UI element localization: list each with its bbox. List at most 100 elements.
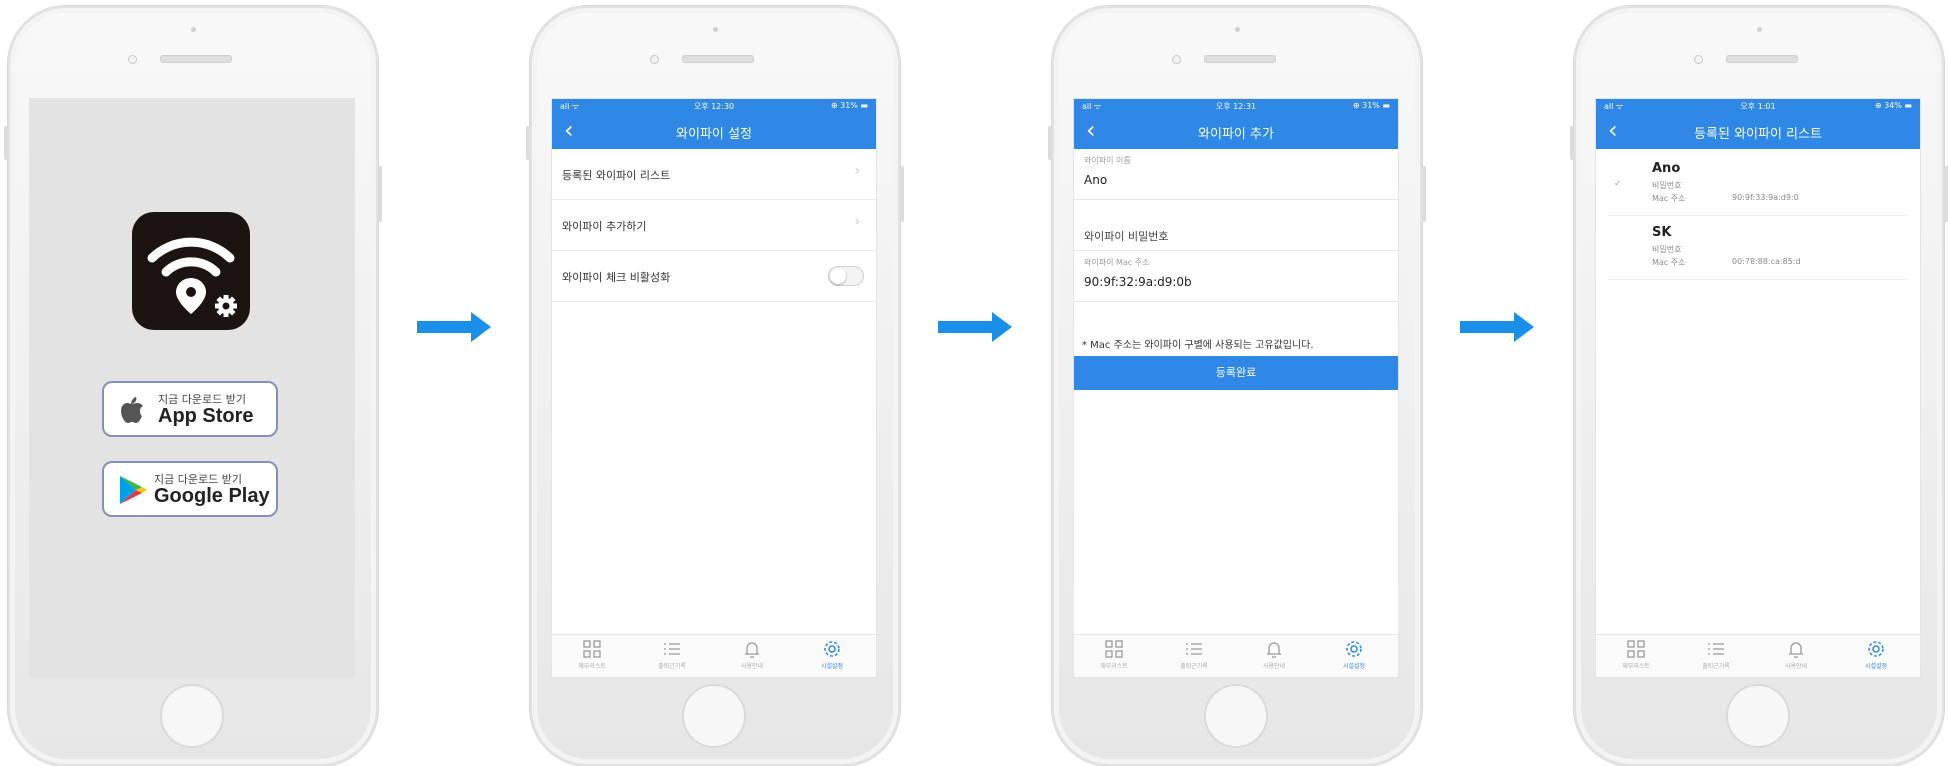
- list-icon: [632, 639, 712, 661]
- home-button: [160, 684, 224, 748]
- tab-dashboard[interactable]: 재부리스트: [1074, 639, 1154, 670]
- earpiece-speaker: [682, 55, 754, 63]
- password-placeholder: 와이파이 비밀번호: [1084, 230, 1169, 243]
- nav-bar: ‹ 와이파이 추가: [1074, 113, 1398, 149]
- tab-dashboard[interactable]: 재부리스트: [1596, 639, 1676, 670]
- earpiece-speaker: [160, 55, 232, 63]
- screen-wifi-settings: all ᯤ 오후 12:30 ⊕ 31% ▬ ‹ 와이파이 설정 등록된 와이파…: [551, 98, 877, 678]
- tab-label: 출퇴근기록: [1180, 663, 1208, 670]
- gear-icon: [1836, 639, 1916, 661]
- apple-icon: [116, 393, 150, 427]
- tab-records[interactable]: 출퇴근기록: [1676, 639, 1756, 670]
- earpiece-speaker: [1204, 55, 1276, 63]
- tab-guide[interactable]: 사용안내: [712, 639, 792, 670]
- tab-guide[interactable]: 사용안내: [1756, 639, 1836, 670]
- field-label: 와이파이 이름: [1084, 156, 1131, 165]
- page-title: 등록된 와이파이 리스트: [1694, 127, 1822, 142]
- status-bar: all ᯤ 오후 12:30 ⊕ 31% ▬: [552, 99, 876, 113]
- phone-frame-3: all ᯤ 오후 12:31 ⊕ 31% ▬ ‹ 와이파이 추가 와이파이 이름…: [1048, 6, 1426, 766]
- phone-frame-1: 지금 다운로드 받기 App Store 지금 다운로드 받기 Google P…: [4, 6, 382, 766]
- front-camera: [1757, 27, 1762, 32]
- tab-bar: 재부리스트 출퇴근기록 사용안내 시설설정: [1596, 634, 1920, 677]
- tab-label: 사용안내: [1784, 663, 1808, 670]
- grid-icon: [1074, 639, 1154, 661]
- tab-settings[interactable]: 시설설정: [1314, 639, 1394, 670]
- gear-icon: [1314, 639, 1394, 661]
- bell-icon: [712, 639, 792, 661]
- front-camera: [713, 27, 718, 32]
- mac-label: Mac 주소: [1652, 194, 1686, 203]
- google-play-label: Google Play: [154, 485, 270, 507]
- phone-frame-2: all ᯤ 오후 12:30 ⊕ 31% ▬ ‹ 와이파이 설정 등록된 와이파…: [526, 6, 904, 766]
- tab-label: 사용안내: [740, 663, 764, 670]
- tab-label: 시설설정: [1864, 663, 1888, 670]
- page-title: 와이파이 설정: [676, 127, 752, 142]
- arrow-right-icon: [938, 312, 1012, 342]
- home-button: [682, 684, 746, 748]
- menu-label: 와이파이 체크 비활성화: [562, 271, 671, 284]
- status-time: 오후 12:30: [693, 102, 735, 111]
- proximity-sensor: [1172, 55, 1181, 64]
- tab-settings[interactable]: 시설설정: [1836, 639, 1916, 670]
- wifi-name-value: Ano: [1084, 173, 1108, 187]
- tab-guide[interactable]: 사용안내: [1234, 639, 1314, 670]
- google-play-icon: [116, 473, 150, 507]
- wifi-mac-field[interactable]: 와이파이 Mac 주소 90:9f:32:9a:d9:0b: [1074, 251, 1398, 302]
- tab-label: 출퇴근기록: [658, 663, 686, 670]
- register-complete-button[interactable]: 등록완료: [1074, 356, 1398, 390]
- mac-value: 90:9f:33:9a:d9:0: [1732, 193, 1799, 202]
- proximity-sensor: [650, 55, 659, 64]
- status-bar: all ᯤ 오후 12:31 ⊕ 31% ▬: [1074, 99, 1398, 113]
- status-time: 오후 12:31: [1215, 102, 1257, 111]
- screen-wifi-list: all ᯤ 오후 1:01 ⊕ 34% ▬ ‹ 등록된 와이파이 리스트 ✓ A…: [1595, 98, 1921, 678]
- password-label: 비밀번호: [1652, 245, 1682, 254]
- chevron-right-icon: ›: [854, 163, 860, 179]
- tab-label: 사용안내: [1262, 663, 1286, 670]
- page-title: 와이파이 추가: [1198, 127, 1274, 142]
- nav-bar: ‹ 등록된 와이파이 리스트: [1596, 113, 1920, 149]
- menu-label: 등록된 와이파이 리스트: [562, 169, 671, 182]
- wifi-name-field[interactable]: 와이파이 이름 Ano: [1074, 149, 1398, 200]
- arrow-right-icon: [417, 312, 491, 342]
- app-store-button[interactable]: 지금 다운로드 받기 App Store: [102, 381, 278, 437]
- app-store-label: App Store: [158, 405, 254, 427]
- menu-registered-wifi-list[interactable]: 등록된 와이파이 리스트 ›: [552, 149, 876, 200]
- proximity-sensor: [128, 55, 137, 64]
- tab-label: 시설설정: [1342, 663, 1366, 670]
- tab-settings[interactable]: 시설설정: [792, 639, 872, 670]
- phone-frame-4: all ᯤ 오후 1:01 ⊕ 34% ▬ ‹ 등록된 와이파이 리스트 ✓ A…: [1570, 6, 1948, 766]
- wifi-password-field[interactable]: 와이파이 비밀번호: [1074, 200, 1398, 251]
- battery-indicator: ⊕ 31% ▬: [1352, 101, 1390, 110]
- google-play-button[interactable]: 지금 다운로드 받기 Google Play: [102, 461, 278, 517]
- menu-label: 와이파이 추가하기: [562, 220, 647, 233]
- password-label: 비밀번호: [1652, 181, 1682, 190]
- tab-records[interactable]: 출퇴근기록: [632, 639, 712, 670]
- tab-label: 시설설정: [820, 663, 844, 670]
- tab-records[interactable]: 출퇴근기록: [1154, 639, 1234, 670]
- status-time: 오후 1:01: [1740, 102, 1776, 111]
- wifi-list-item[interactable]: SK 비밀번호 Mac 주소 00:78:88:ca:85:d: [1608, 221, 1908, 280]
- mac-value: 00:78:88:ca:85:d: [1732, 257, 1801, 266]
- tab-label: 재부리스트: [578, 663, 606, 670]
- earpiece-speaker: [1726, 55, 1798, 63]
- grid-icon: [1596, 639, 1676, 661]
- home-button: [1726, 684, 1790, 748]
- nav-bar: ‹ 와이파이 설정: [552, 113, 876, 149]
- battery-indicator: ⊕ 31% ▬: [830, 101, 868, 110]
- list-icon: [1154, 639, 1234, 661]
- gear-icon: [792, 639, 872, 661]
- proximity-sensor: [1694, 55, 1703, 64]
- wifi-check-toggle[interactable]: [828, 266, 864, 286]
- field-label: 와이파이 Mac 주소: [1084, 258, 1150, 267]
- arrow-right-icon: [1460, 312, 1534, 342]
- front-camera: [1235, 27, 1240, 32]
- wifi-list-item[interactable]: ✓ Ano 비밀번호 Mac 주소 90:9f:33:9a:d9:0: [1608, 157, 1908, 216]
- tab-label: 재부리스트: [1100, 663, 1128, 670]
- wifi-ssid: SK: [1652, 225, 1672, 240]
- menu-add-wifi[interactable]: 와이파이 추가하기 ›: [552, 200, 876, 251]
- tab-dashboard[interactable]: 재부리스트: [552, 639, 632, 670]
- front-camera: [191, 27, 196, 32]
- mac-label: Mac 주소: [1652, 258, 1686, 267]
- wifi-ssid: Ano: [1652, 161, 1681, 176]
- home-button: [1204, 684, 1268, 748]
